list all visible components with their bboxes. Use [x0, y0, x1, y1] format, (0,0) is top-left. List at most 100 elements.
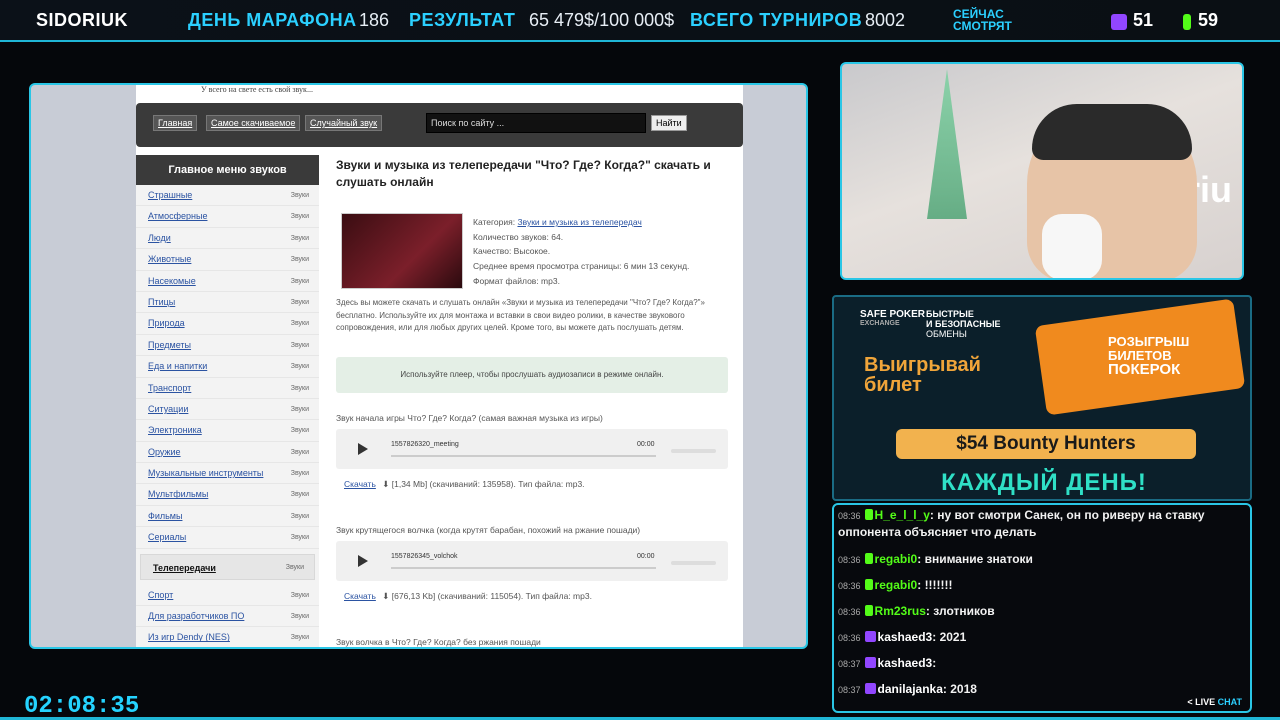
- menu-item[interactable]: Для разработчиков ПО Звуки: [136, 606, 319, 628]
- menu-item-label[interactable]: Телепередачи: [153, 563, 216, 573]
- menu-item-label[interactable]: Фильмы: [148, 511, 182, 521]
- progress-bar[interactable]: [391, 455, 656, 457]
- menu-item-label[interactable]: Сериалы: [148, 532, 186, 542]
- christmas-tree: [927, 69, 967, 219]
- download-link[interactable]: Скачать: [344, 591, 376, 601]
- menu-item-label[interactable]: Музыкальные инструменты: [148, 468, 263, 478]
- menu-item-tag: Звуки: [290, 298, 309, 306]
- audio-player: 1557826345_volchok 00:00: [336, 541, 728, 581]
- menu-item-tag: Звуки: [290, 341, 309, 349]
- kick-icon: [864, 553, 873, 564]
- track-title: Звук волчка в Что? Где? Когда? без ржани…: [336, 637, 541, 647]
- menu-item-tag: Звуки: [290, 534, 309, 542]
- menu-item-label[interactable]: Предметы: [148, 340, 191, 350]
- menu-item[interactable]: Телепередачи Звуки: [140, 553, 315, 580]
- menu-item-label[interactable]: Мультфильмы: [148, 489, 208, 499]
- streamer-hair: [1032, 104, 1192, 160]
- tournaments-label: ВСЕГО ТУРНИРОВ: [690, 10, 863, 30]
- menu-list: Страшные Звуки Атмосферные Звуки Люди Звуки Жи…: [136, 185, 319, 647]
- chat-time: 08:37: [838, 685, 861, 695]
- chat-message: 08:36 regabi0: !!!!!!!: [838, 578, 953, 592]
- chat-username[interactable]: H_e_l_l_y: [875, 508, 930, 522]
- download-row: Скачать ⬇ [1,34 Mb] (скачиваний: 135958)…: [344, 479, 585, 489]
- menu-item-label[interactable]: Из игр Dendy (NES): [148, 632, 230, 642]
- watching-label: СЕЙЧАС СМОТРЯТ: [953, 7, 1012, 33]
- volume-slider[interactable]: [671, 561, 716, 565]
- menu-item-tag: Звуки: [290, 634, 309, 642]
- menu-item-label[interactable]: Ситуации: [148, 404, 188, 414]
- ticket-text: РОЗЫГРЫШ БИЛЕТОВ ПОКЕРОК: [1108, 334, 1190, 378]
- menu-item[interactable]: Природа Звуки: [136, 313, 319, 335]
- menu-item-label[interactable]: Оружие: [148, 447, 181, 457]
- menu-item-label[interactable]: Электроника: [148, 425, 202, 435]
- chat-time: 08:37: [838, 659, 861, 669]
- menu-item-label[interactable]: Атмосферные: [148, 211, 207, 221]
- chat-username[interactable]: regabi0: [875, 552, 918, 566]
- menu-item[interactable]: Музыкальные инструменты Звуки: [136, 463, 319, 485]
- menu-item-tag: Звуки: [290, 320, 309, 328]
- menu-item-label[interactable]: Для разработчиков ПО: [148, 611, 244, 621]
- category-link[interactable]: Звуки и музыка из телепередач: [517, 217, 641, 227]
- menu-item[interactable]: Фильмы Звуки: [136, 506, 319, 528]
- menu-item[interactable]: Птицы Звуки: [136, 292, 319, 314]
- stream-topbar: SIDORIUK ДЕНЬ МАРАФОНА 186 РЕЗУЛЬТАТ 65 …: [0, 0, 1280, 42]
- menu-item-label[interactable]: Спорт: [148, 590, 173, 600]
- chat-username[interactable]: regabi0: [875, 578, 918, 592]
- menu-item-label[interactable]: Птицы: [148, 297, 175, 307]
- content: Звуки и музыка из телепередачи "Что? Где…: [336, 157, 728, 647]
- menu-item-label[interactable]: Насекомые: [148, 276, 196, 286]
- menu-item[interactable]: Еда и напитки Звуки: [136, 356, 319, 378]
- menu-item[interactable]: Насекомые Звуки: [136, 271, 319, 292]
- nav-popular[interactable]: Самое скачиваемое: [206, 115, 301, 131]
- chat-message: 08:36 H_e_l_l_y: ну вот смотри Санек, он …: [838, 508, 1205, 539]
- chat-message: 08:37 kashaed3:: [838, 656, 937, 670]
- volume-slider[interactable]: [671, 449, 716, 453]
- nav-home[interactable]: Главная: [153, 115, 198, 131]
- menu-item-label[interactable]: Транспорт: [148, 383, 191, 393]
- sponsor-banner: SAFE POKER EXCHANGE БЫСТРЫЕ И БЕЗОПАСНЫЕ…: [832, 295, 1252, 501]
- marathon-value: 186: [359, 10, 390, 30]
- track-title: Звук крутящегося волчка (когда крутят ба…: [336, 525, 641, 535]
- play-icon[interactable]: [358, 443, 368, 455]
- menu-item[interactable]: Страшные Звуки: [136, 185, 319, 207]
- menu-item-label[interactable]: Животные: [148, 254, 191, 264]
- chat-username[interactable]: danilajanka: [878, 682, 943, 696]
- search-button[interactable]: Найти: [651, 115, 687, 131]
- menu-item[interactable]: Люди Звуки: [136, 228, 319, 250]
- menu-item-label[interactable]: Люди: [148, 233, 171, 243]
- menu-item-tag: Звуки: [290, 405, 309, 413]
- menu-item[interactable]: Животные Звуки: [136, 249, 319, 271]
- menu-item-label[interactable]: Еда и напитки: [148, 361, 207, 371]
- menu-item[interactable]: Мультфильмы Звуки: [136, 484, 319, 506]
- download-link[interactable]: Скачать: [344, 479, 376, 489]
- progress-bar[interactable]: [391, 567, 656, 569]
- chat-username[interactable]: kashaed3: [878, 630, 933, 644]
- menu-item[interactable]: Электроника Звуки: [136, 420, 319, 442]
- kick-icon: [864, 579, 873, 590]
- menu-item-label[interactable]: Страшные: [148, 190, 192, 200]
- chat-text: !!!!!!!: [924, 578, 953, 592]
- menu-item[interactable]: Транспорт Звуки: [136, 378, 319, 399]
- search-input[interactable]: Поиск по сайту ...: [426, 113, 646, 133]
- audio-player: 1557826320_meeting 00:00: [336, 429, 728, 469]
- download-row: Скачать ⬇ [676,13 Kb] (скачиваний: 11505…: [344, 591, 592, 601]
- twitch-viewers: 51: [1133, 10, 1154, 30]
- menu-item[interactable]: Сериалы Звуки: [136, 527, 319, 549]
- menu-item[interactable]: Предметы Звуки: [136, 335, 319, 357]
- menu-item[interactable]: Ситуации Звуки: [136, 399, 319, 421]
- menu-item[interactable]: Из игр Dendy (NES) Звуки: [136, 627, 319, 647]
- chat-username[interactable]: kashaed3: [878, 656, 933, 670]
- play-icon[interactable]: [358, 555, 368, 567]
- menu-item-tag: Звуки: [290, 234, 309, 242]
- menu-item[interactable]: Оружие Звуки: [136, 442, 319, 464]
- menu-item[interactable]: Атмосферные Звуки: [136, 206, 319, 228]
- ad-logo: SAFE POKER EXCHANGE: [860, 309, 926, 327]
- menu-item[interactable]: Спорт Звуки: [136, 585, 319, 607]
- tournaments-value: 8002: [865, 10, 906, 30]
- nav-random[interactable]: Случайный звук: [305, 115, 383, 131]
- menu-item-tag: Звуки: [290, 213, 309, 221]
- chat-username[interactable]: Rm23rus: [875, 604, 926, 618]
- menu-item-label[interactable]: Природа: [148, 318, 185, 328]
- website-capture: У всего на свете есть свой звук... Главн…: [29, 83, 808, 649]
- live-chat-label: < LIVE CHAT: [1187, 697, 1242, 707]
